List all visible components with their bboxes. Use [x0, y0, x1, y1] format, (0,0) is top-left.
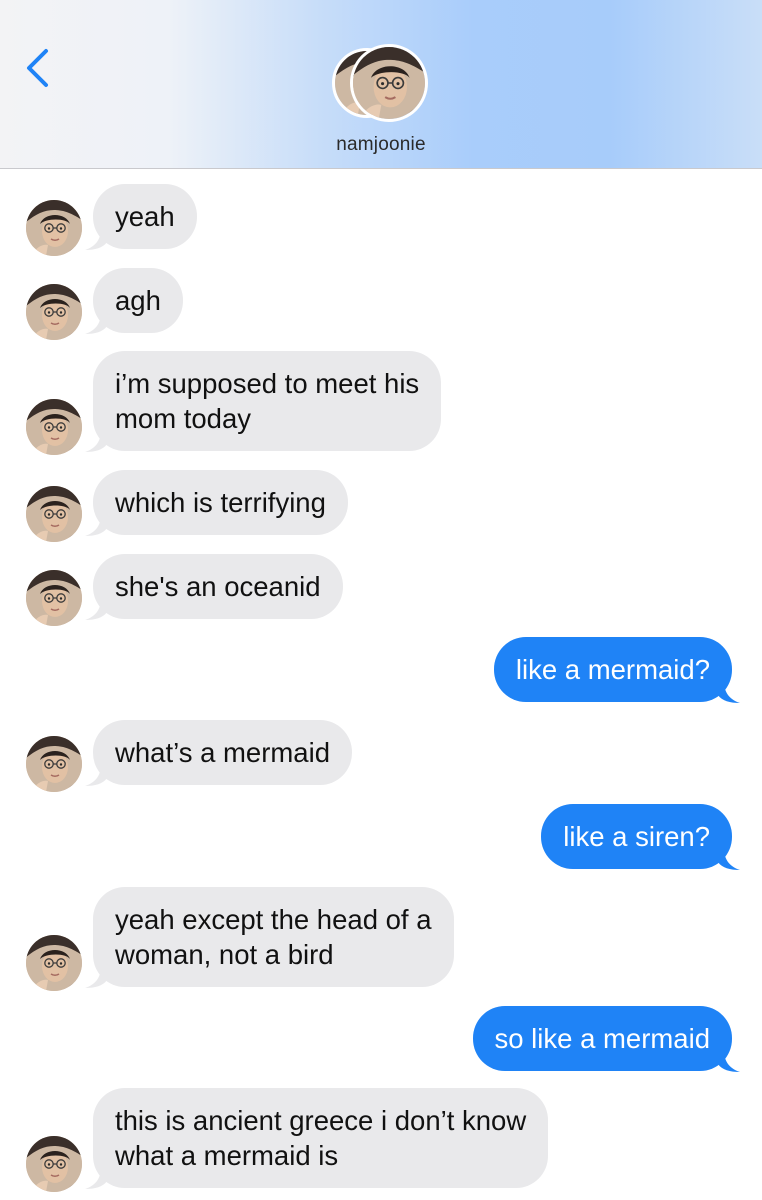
- message-text-line: woman, not a bird: [115, 939, 334, 970]
- message-row: like a siren?: [0, 804, 762, 872]
- message-text: like a mermaid?: [515, 654, 710, 685]
- message-thread[interactable]: yeah agh i’m supposed to meet his mom to…: [0, 169, 762, 1200]
- chevron-left-icon: [27, 49, 48, 87]
- conversation-header: namjoonie: [0, 0, 762, 169]
- incoming-message-bubble[interactable]: agh: [85, 268, 183, 334]
- message-text: what’s a mermaid: [115, 737, 330, 768]
- message-text: agh: [115, 285, 161, 316]
- message-row: yeah: [0, 184, 762, 256]
- message-row: like a mermaid?: [0, 637, 762, 705]
- message-row: yeah except the head of a woman, not a b…: [0, 887, 762, 991]
- message-row: she's an oceanid: [0, 554, 762, 626]
- sender-avatar: [26, 570, 82, 626]
- sender-avatar: [26, 399, 82, 455]
- bubble-tail: [85, 228, 107, 250]
- sender-avatar: [26, 1136, 82, 1192]
- message-text-line: i’m supposed to meet his: [115, 368, 420, 399]
- message-row: agh: [0, 268, 762, 340]
- bubble-tail: [85, 966, 107, 988]
- bubble-tail: [718, 848, 740, 870]
- bubble-tail: [718, 681, 740, 703]
- messages-screen: namjoonie yeah agh i’m supposed to meet …: [0, 0, 762, 1200]
- sender-avatar: [26, 284, 82, 340]
- message-text: which is terrifying: [115, 487, 326, 518]
- message-row: i’m supposed to meet his mom today: [0, 351, 762, 455]
- incoming-message-bubble[interactable]: this is ancient greece i don’t know what…: [85, 1088, 549, 1189]
- bubble-tail: [85, 764, 107, 786]
- back-button[interactable]: [18, 46, 58, 90]
- message-text-line: what a mermaid is: [115, 1140, 339, 1171]
- incoming-message-bubble[interactable]: she's an oceanid: [85, 554, 343, 620]
- contact-avatar-group[interactable]: [332, 44, 432, 122]
- sender-avatar: [26, 486, 82, 542]
- outgoing-message-bubble[interactable]: like a siren?: [541, 804, 740, 870]
- outgoing-message-bubble[interactable]: so like a mermaid: [472, 1006, 740, 1072]
- message-row: this is ancient greece i don’t know what…: [0, 1088, 762, 1192]
- contact-avatar: [350, 44, 428, 122]
- outgoing-message-bubble[interactable]: like a mermaid?: [493, 637, 740, 703]
- message-text-line: yeah except the head of a: [115, 904, 432, 935]
- incoming-message-bubble[interactable]: which is terrifying: [85, 470, 348, 536]
- sender-avatar: [26, 935, 82, 991]
- message-text-line: mom today: [115, 403, 252, 434]
- incoming-message-bubble[interactable]: yeah except the head of a woman, not a b…: [85, 887, 454, 988]
- bubble-tail: [85, 1167, 107, 1189]
- incoming-message-bubble[interactable]: yeah: [85, 184, 197, 250]
- bubble-tail: [85, 598, 107, 620]
- bubble-tail: [85, 312, 107, 334]
- message-text-line: this is ancient greece i don’t know: [115, 1105, 527, 1136]
- bubble-tail: [85, 430, 107, 452]
- message-row: so like a mermaid: [0, 1006, 762, 1074]
- bubble-tail: [718, 1050, 740, 1072]
- sender-avatar: [26, 736, 82, 792]
- message-text: she's an oceanid: [115, 571, 321, 602]
- message-text: yeah: [115, 201, 175, 232]
- message-text: like a siren?: [563, 821, 710, 852]
- incoming-message-bubble[interactable]: i’m supposed to meet his mom today: [85, 351, 442, 452]
- bubble-tail: [85, 514, 107, 536]
- message-row: what’s a mermaid: [0, 720, 762, 792]
- incoming-message-bubble[interactable]: what’s a mermaid: [85, 720, 352, 786]
- contact-name[interactable]: namjoonie: [0, 134, 762, 156]
- message-text: so like a mermaid: [494, 1023, 711, 1054]
- message-row: which is terrifying: [0, 470, 762, 542]
- sender-avatar: [26, 200, 82, 256]
